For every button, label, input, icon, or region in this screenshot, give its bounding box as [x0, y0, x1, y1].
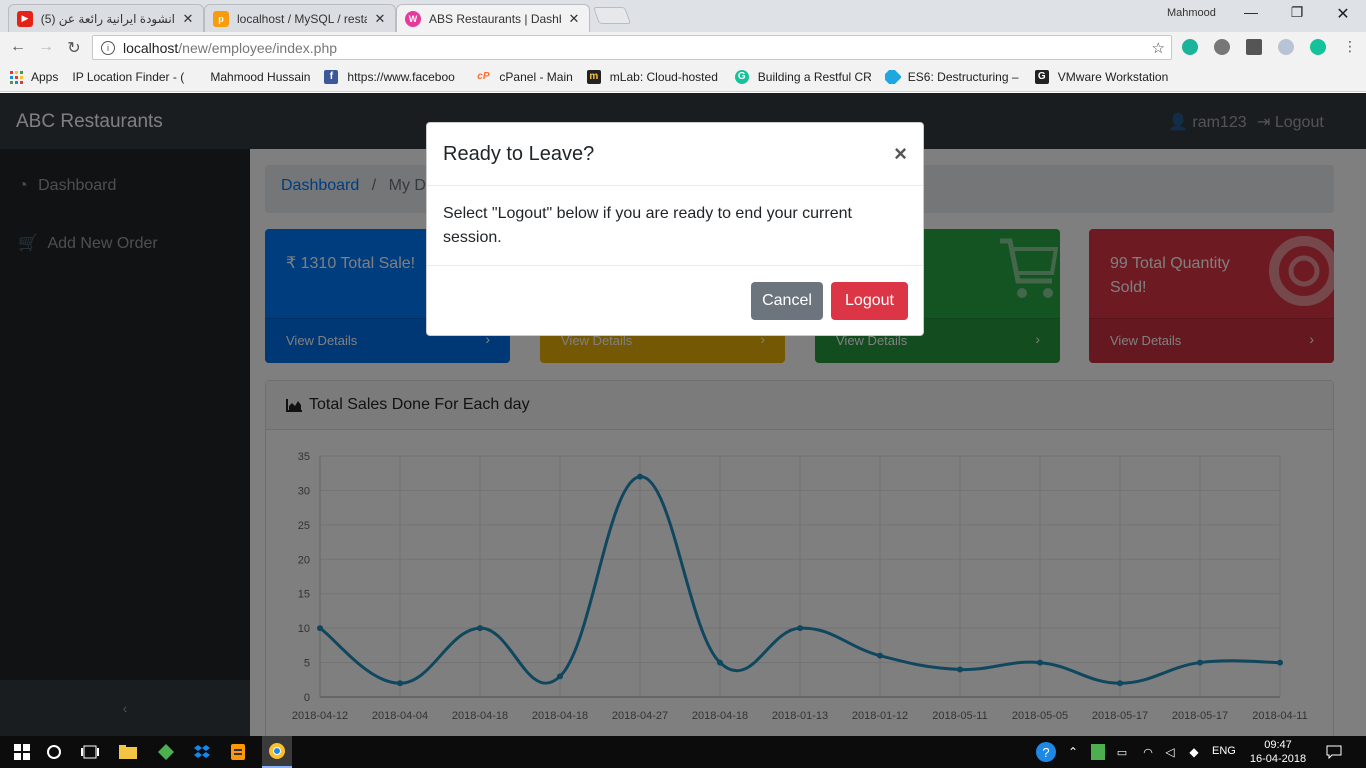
- browser-tab-youtube[interactable]: ▶ انشودة ايرانية رائعة عن (5) ✕: [8, 4, 204, 32]
- diamond-app-icon[interactable]: [154, 736, 178, 768]
- clock[interactable]: 09:47 16-04-2018: [1238, 738, 1318, 766]
- browser-toolbar: ← → ↻ i localhost/new/employee/index.php…: [0, 32, 1366, 63]
- reload-icon[interactable]: ↻: [64, 38, 84, 58]
- file-explorer-icon[interactable]: [116, 736, 140, 768]
- dropbox-tray-icon[interactable]: ◆: [1184, 736, 1204, 768]
- extension-shield-icon[interactable]: [1278, 39, 1294, 55]
- bookmark-item[interactable]: m mLab: Cloud-hosted: [586, 70, 721, 84]
- modal-title: Ready to Leave?: [443, 143, 595, 165]
- back-icon[interactable]: ←: [8, 38, 28, 56]
- close-icon[interactable]: ×: [894, 141, 907, 167]
- notifications-icon[interactable]: [1322, 736, 1346, 768]
- close-tab-icon[interactable]: ✕: [181, 11, 195, 27]
- chevron-up-icon[interactable]: ⌃: [1064, 736, 1082, 768]
- close-window-icon[interactable]: ✕: [1328, 4, 1358, 24]
- task-view-icon[interactable]: [78, 736, 102, 768]
- sublime-text-icon[interactable]: [226, 736, 250, 768]
- bookmark-label: Building a Restful CR: [757, 70, 871, 84]
- dropbox-icon[interactable]: [190, 736, 214, 768]
- search-icon[interactable]: [42, 736, 66, 768]
- tab-title: ABS Restaurants | Dashbo: [429, 11, 561, 26]
- bookmark-item[interactable]: IP Location Finder - (: [0, 70, 196, 170]
- address-bar[interactable]: i localhost/new/employee/index.php ☆: [92, 35, 1172, 60]
- extension-dropper-icon[interactable]: [1246, 39, 1262, 55]
- logout-modal: Ready to Leave? × Select "Logout" below …: [426, 122, 924, 336]
- tray-app-icon[interactable]: [1088, 736, 1108, 768]
- cpanel-icon: cP: [477, 71, 490, 82]
- windows-taskbar: ? ⌃ ▭ ◠ ◁ ◆ ENG 09:47 16-04-2018: [0, 736, 1366, 768]
- youtube-icon: ▶: [17, 10, 33, 27]
- battery-icon[interactable]: ▭: [1112, 736, 1132, 768]
- bookmark-apps[interactable]: Apps: [0, 70, 58, 84]
- phpmyadmin-icon: p: [213, 10, 229, 27]
- es6-icon: [884, 70, 902, 84]
- extension-gear-icon[interactable]: [1214, 39, 1230, 55]
- cancel-button[interactable]: Cancel: [751, 282, 823, 320]
- apps-grid-icon: [10, 70, 23, 84]
- clock-date: 16-04-2018: [1249, 753, 1307, 765]
- bookmark-label: mLab: Cloud-hosted: [609, 70, 718, 84]
- clock-time: 09:47: [1264, 739, 1292, 751]
- url-path: /new/employee/index.php: [178, 39, 338, 56]
- grammarly-icon[interactable]: [1310, 39, 1326, 55]
- bookmarks-bar: Apps IP Location Finder - ( Mahmood Huss…: [0, 63, 1366, 170]
- bookmark-label: Apps: [31, 70, 59, 84]
- bookmark-item[interactable]: ES6: Destructuring –: [884, 70, 1021, 84]
- modal-header: Ready to Leave? ×: [427, 123, 923, 186]
- windows-start-icon[interactable]: [8, 736, 36, 768]
- bookmark-item[interactable]: Mahmood Hussain: [0, 70, 311, 170]
- language-indicator[interactable]: ENG: [1212, 745, 1236, 757]
- url-host: localhost: [123, 39, 179, 56]
- modal-footer: Cancel Logout: [427, 266, 923, 336]
- new-tab-button[interactable]: [592, 7, 632, 24]
- browser-profile-name[interactable]: Mahmood: [1167, 7, 1216, 19]
- g-icon: G: [1034, 70, 1049, 84]
- bookmark-item[interactable]: G VMware Workstation: [1034, 70, 1171, 84]
- wifi-icon[interactable]: ◠: [1138, 736, 1158, 768]
- bookmark-label: Mahmood Hussain: [210, 70, 311, 84]
- minimize-icon[interactable]: —: [1236, 4, 1266, 24]
- extension-m-icon[interactable]: [1182, 39, 1198, 55]
- menu-icon[interactable]: ⋮: [1340, 38, 1360, 55]
- logout-button[interactable]: Logout: [831, 282, 908, 320]
- grammarly-icon: G: [734, 70, 749, 84]
- tab-title: انشودة ايرانية رائعة عن (5): [41, 11, 175, 26]
- info-icon[interactable]: i: [101, 40, 115, 55]
- bookmark-label: cPanel - Main: [499, 70, 573, 84]
- bookmark-label: ES6: Destructuring –: [907, 70, 1019, 84]
- app-favicon-icon: W: [405, 10, 421, 27]
- web-page: ABC Restaurants 👤 ram123 ⇥ Logout ◔ Dash…: [0, 93, 1366, 736]
- bookmark-item[interactable]: cP cPanel - Main: [476, 70, 573, 84]
- forward-icon[interactable]: →: [36, 38, 56, 56]
- modal-body: Select "Logout" below if you are ready t…: [427, 186, 923, 266]
- tab-title: localhost / MySQL / resta: [237, 11, 367, 26]
- bookmark-label: IP Location Finder - (: [72, 70, 185, 84]
- svg-text:?: ?: [1042, 745, 1049, 760]
- bookmark-star-icon[interactable]: ☆: [1152, 39, 1165, 57]
- browser-tab-bar: ▶ انشودة ايرانية رائعة عن (5) ✕ p localh…: [0, 0, 1366, 32]
- volume-icon[interactable]: ◁: [1160, 736, 1180, 768]
- browser-tab-dashboard[interactable]: W ABS Restaurants | Dashbo ✕: [396, 4, 590, 32]
- chrome-taskbar-icon[interactable]: [262, 736, 292, 768]
- mlab-icon: m: [586, 70, 601, 84]
- bookmark-item[interactable]: f https://www.faceboo: [0, 70, 462, 170]
- close-tab-icon[interactable]: ✕: [373, 11, 387, 27]
- browser-tab-phpmyadmin[interactable]: p localhost / MySQL / resta ✕: [204, 4, 396, 32]
- bookmark-item[interactable]: G Building a Restful CR: [734, 70, 871, 84]
- help-icon[interactable]: ?: [1034, 736, 1058, 768]
- bookmark-label: https://www.faceboo: [347, 70, 455, 84]
- bookmark-label: VMware Workstation: [1057, 70, 1169, 84]
- close-tab-icon[interactable]: ✕: [567, 11, 581, 27]
- facebook-icon: f: [324, 70, 339, 84]
- maximize-icon[interactable]: ❐: [1282, 4, 1312, 24]
